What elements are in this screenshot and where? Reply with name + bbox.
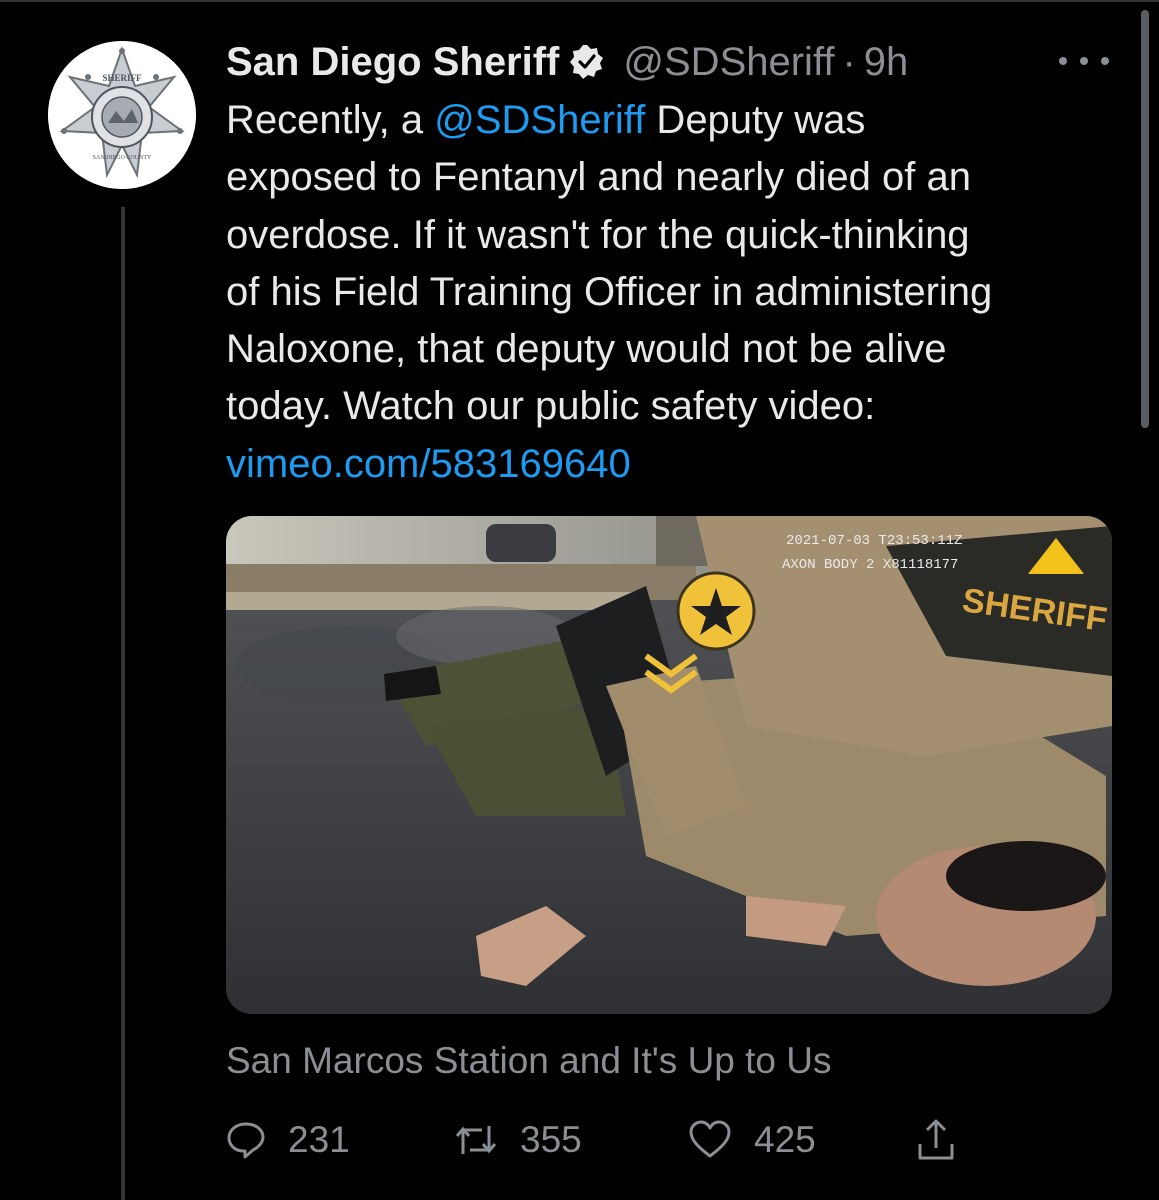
- tweet-text-line: today. Watch our public safety video:: [226, 384, 876, 429]
- scrollbar[interactable]: [1141, 10, 1149, 428]
- tweet-text-line: of his Field Training Officer in adminis…: [226, 269, 993, 314]
- bodycam-image: SHERIFF 2021-07-03 T23:53:11Z AXON BODY …: [226, 516, 1112, 1014]
- tweet-text-line: vimeo.com/583169640: [226, 436, 1126, 493]
- retweet-count: 355: [520, 1119, 582, 1160]
- sheriff-star-badge-icon: SHERIFF SAN DIEGO COUNTY: [48, 41, 196, 189]
- reply-count: 231: [288, 1119, 350, 1160]
- tweet-text-line: exposed to Fentanyl and nearly died of a…: [226, 155, 971, 200]
- top-divider: [0, 0, 1159, 2]
- text-segment: Recently, a: [226, 98, 435, 142]
- retweet-icon: [455, 1126, 497, 1154]
- share-icon: [918, 1119, 954, 1160]
- share-button[interactable]: [916, 1112, 956, 1168]
- like-count: 425: [754, 1119, 816, 1160]
- text-segment: Deputy was: [645, 98, 866, 142]
- more-horizontal-icon[interactable]: [1059, 46, 1109, 76]
- avatar[interactable]: SHERIFF SAN DIEGO COUNTY: [48, 41, 196, 189]
- avatar-badge-text: SHERIFF: [102, 73, 142, 83]
- tweet-text: Recently, a @SDSheriff Deputy was expose…: [226, 92, 1126, 493]
- action-bar: 231 355 425: [226, 1112, 986, 1172]
- media-caption[interactable]: San Marcos Station and It's Up to Us: [226, 1040, 832, 1082]
- verified-badge-icon: [570, 45, 604, 79]
- display-name[interactable]: San Diego Sheriff: [226, 40, 559, 85]
- thread-connector-line: [121, 207, 125, 1200]
- mention-link[interactable]: @SDSheriff: [434, 98, 645, 142]
- bodycam-device-id: AXON BODY 2 X81118177: [782, 557, 958, 573]
- tweet-text-line: overdose. If it wasn't for the quick-thi…: [226, 212, 970, 257]
- avatar-ring-text: SAN DIEGO COUNTY: [93, 155, 152, 161]
- separator-dot: ·: [842, 39, 856, 84]
- video-thumbnail[interactable]: SHERIFF 2021-07-03 T23:53:11Z AXON BODY …: [226, 516, 1112, 1014]
- vimeo-link[interactable]: vimeo.com/583169640: [226, 442, 631, 486]
- reply-button[interactable]: 231: [226, 1112, 350, 1168]
- tweet-text-line: Naloxone, that deputy would not be alive: [226, 327, 947, 372]
- tweet-text-line: Recently, a @SDSheriff Deputy was: [226, 92, 1126, 149]
- tweet-header: San Diego Sheriff @SDSheriff · 9h: [226, 36, 908, 88]
- like-icon: [689, 1120, 731, 1158]
- timestamp[interactable]: 9h: [864, 40, 909, 85]
- bodycam-timestamp: 2021-07-03 T23:53:11Z: [786, 533, 962, 549]
- like-button[interactable]: 425: [688, 1112, 816, 1168]
- retweet-button[interactable]: 355: [454, 1112, 582, 1168]
- handle[interactable]: @SDSheriff: [623, 40, 834, 85]
- reply-icon: [227, 1122, 265, 1159]
